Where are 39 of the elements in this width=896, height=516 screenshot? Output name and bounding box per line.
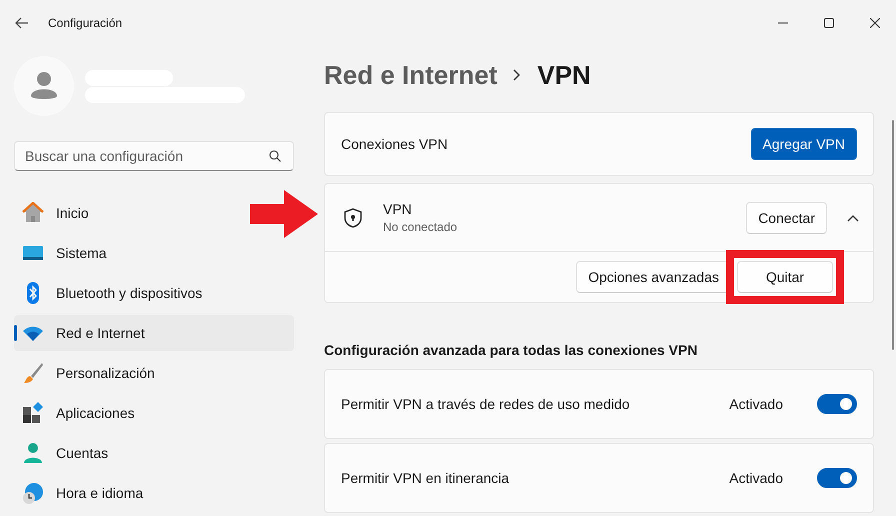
- toggle-switch[interactable]: [817, 394, 857, 414]
- sidebar-item[interactable]: Aplicaciones: [14, 395, 145, 431]
- sidebar-item[interactable]: Red e Internet: [14, 315, 294, 351]
- toggle-state-label: Activado: [729, 396, 783, 412]
- connect-button[interactable]: Conectar: [746, 202, 827, 234]
- globe-clock-icon: [22, 482, 44, 504]
- connection-name: VPN: [383, 201, 413, 217]
- person-icon: [22, 442, 44, 464]
- maximize-icon[interactable]: [824, 18, 834, 28]
- setting-label: Permitir VPN a través de redes de uso medido: [341, 396, 631, 412]
- sidebar-item[interactable]: Sistema: [14, 235, 117, 271]
- window-title: Configuración: [48, 16, 122, 30]
- close-icon[interactable]: [870, 18, 880, 28]
- scroll-bar[interactable]: [892, 120, 894, 350]
- sidebar-item[interactable]: Cuentas: [14, 435, 118, 471]
- chevron-right-icon: [513, 69, 522, 81]
- sidebar-item[interactable]: Hora e idioma: [14, 475, 154, 511]
- house-icon: [22, 202, 44, 224]
- back-arrow-icon[interactable]: [15, 17, 29, 29]
- apps-icon: [22, 402, 44, 424]
- setting-label: Conexiones VPN: [341, 136, 448, 152]
- sidebar-item[interactable]: Inicio: [14, 195, 99, 231]
- avatar-icon: [14, 56, 74, 116]
- toggle-state-label: Activado: [729, 470, 783, 486]
- page-title: VPN: [537, 60, 591, 90]
- toggle-switch[interactable]: [817, 468, 857, 488]
- setting-label: Permitir VPN en itinerancia: [341, 470, 510, 486]
- paintbrush-icon: [22, 362, 44, 384]
- sidebar-item[interactable]: Bluetooth y dispositivos: [14, 275, 212, 311]
- chevron-up-icon[interactable]: [847, 214, 859, 222]
- search-icon: [269, 150, 281, 162]
- sidebar-item[interactable]: Personalización: [14, 355, 165, 391]
- shield-lock-icon: [344, 208, 362, 228]
- search-field[interactable]: Buscar una configuración: [14, 141, 294, 171]
- remove-button[interactable]: Quitar: [737, 261, 833, 293]
- connection-status: No conectado: [383, 220, 458, 234]
- section-heading: Configuración avanzada para todas las conexiones VPN: [324, 342, 698, 360]
- add-vpn-button[interactable]: Agregar VPN: [750, 128, 857, 160]
- breadcrumb-link[interactable]: Red e Internet: [324, 60, 498, 90]
